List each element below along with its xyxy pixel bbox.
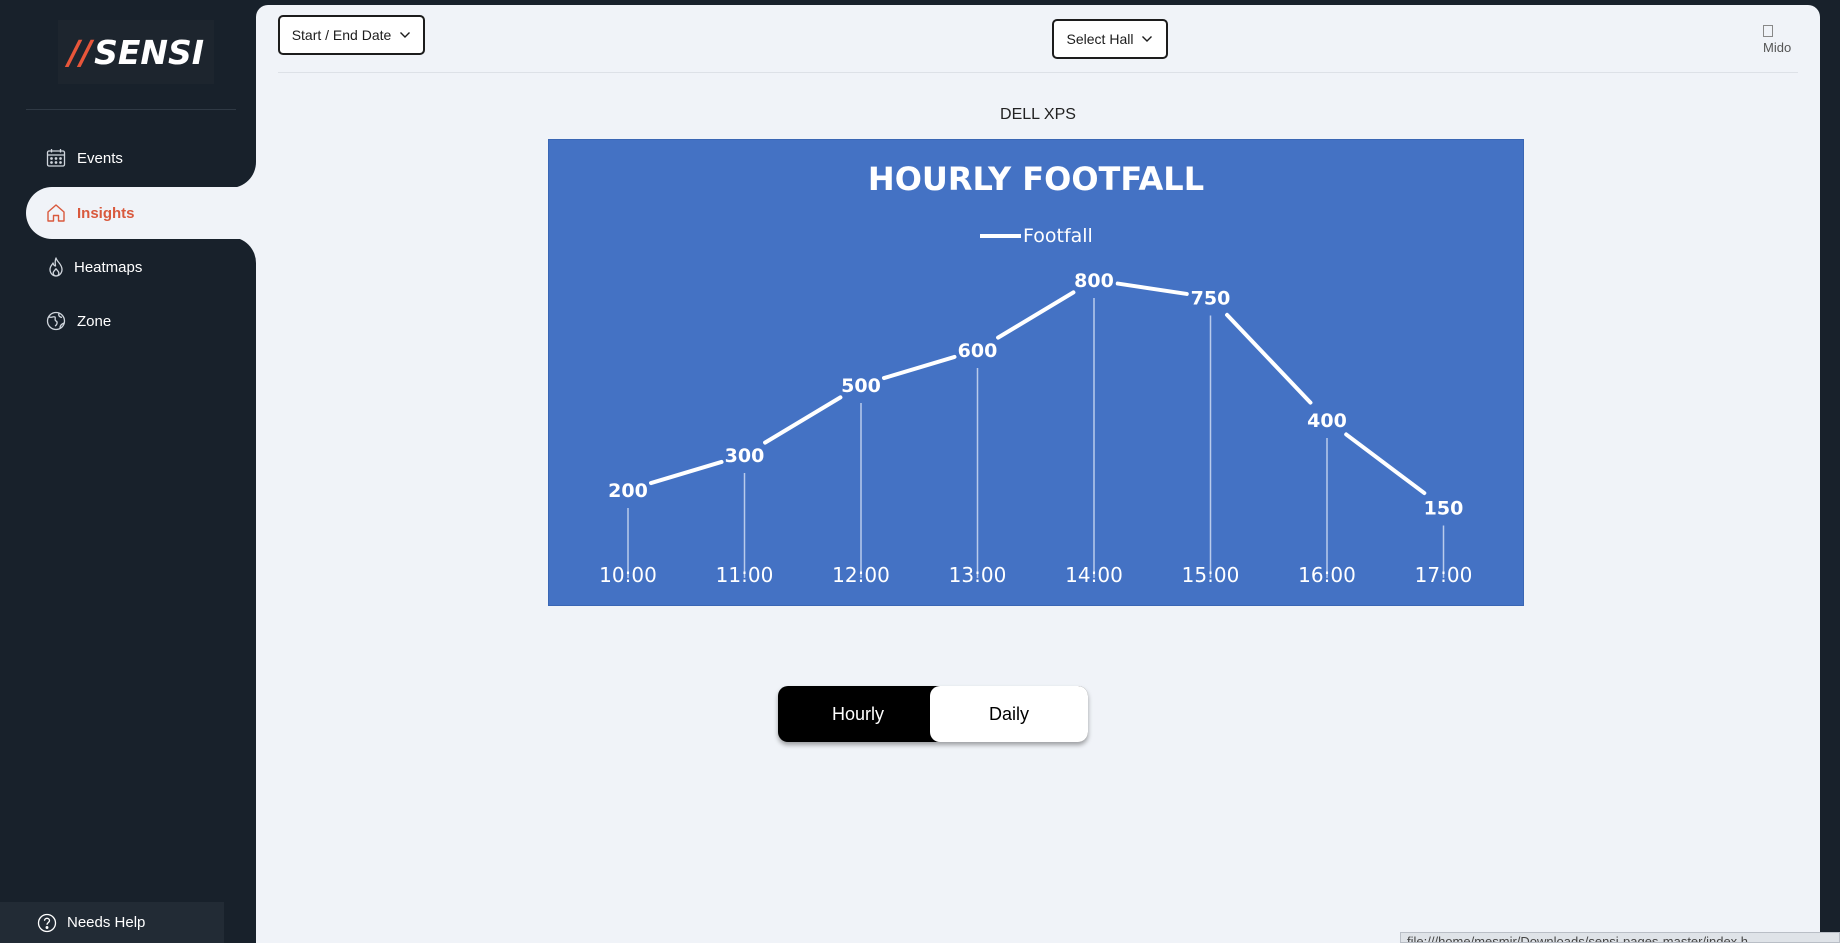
- series-line-segment: [648, 459, 724, 486]
- avatar[interactable]: Mido: [1763, 25, 1793, 61]
- logo-text: SENSI: [94, 32, 205, 72]
- help-circle-icon: [37, 913, 57, 933]
- data-label: 800: [1074, 270, 1114, 292]
- legend-label: Footfall: [1023, 225, 1093, 247]
- status-bar-url: file:///home/mesmir/Downloads/sensi-page…: [1400, 932, 1840, 943]
- sidebar-item-label: Events: [77, 149, 123, 167]
- home-icon: [45, 202, 67, 224]
- logo-slashes: //: [67, 32, 93, 72]
- sensi-logo[interactable]: //SENSI: [58, 20, 214, 84]
- data-label: 750: [1191, 288, 1231, 310]
- broken-image-icon: [1763, 25, 1773, 37]
- x-tick-label: 14:00: [1065, 563, 1123, 587]
- sidebar-divider: [26, 109, 236, 110]
- flame-icon: [45, 256, 67, 278]
- data-label: 200: [608, 480, 648, 502]
- avatar-alt-text: Mido: [1763, 40, 1792, 55]
- sidebar-item-label: Zone: [77, 312, 112, 330]
- series-line-segment: [1115, 281, 1189, 296]
- data-label: 500: [841, 375, 881, 397]
- hall-select-dropdown[interactable]: Select Hall: [1052, 19, 1168, 59]
- series-line-segment: [1225, 312, 1313, 405]
- series-line-segment: [763, 395, 843, 445]
- x-tick-label: 16:00: [1298, 563, 1356, 587]
- hall-select-label: Select Hall: [1066, 31, 1134, 47]
- x-tick-label: 11:00: [716, 563, 774, 587]
- calendar-icon: [45, 147, 67, 169]
- sidebar-item-insights[interactable]: Insights: [26, 187, 256, 239]
- series-line-segment: [881, 354, 957, 381]
- help-label: Needs Help: [67, 914, 146, 931]
- data-label: 300: [725, 445, 765, 467]
- hourly-footfall-chart: HOURLY FOOTFALL Footfall 200 300 500 600 800…: [548, 139, 1524, 606]
- needs-help-button[interactable]: Needs Help: [0, 902, 224, 943]
- sidebar-item-label: Heatmaps: [74, 258, 143, 276]
- data-label: 400: [1307, 410, 1347, 432]
- data-label: 150: [1424, 498, 1464, 520]
- sidebar-item-heatmaps[interactable]: Heatmaps: [26, 241, 256, 293]
- date-range-dropdown[interactable]: Start / End Date: [278, 15, 425, 55]
- main-content: Start / End Date Select Hall Mido DELL X…: [256, 5, 1820, 943]
- date-range-label: Start / End Date: [291, 27, 392, 43]
- globe-icon: [45, 310, 67, 332]
- header-divider: [278, 72, 1798, 73]
- sidebar: //SENSI Events Insights Heatmaps Zone Ne…: [0, 0, 256, 943]
- x-tick-label: 12:00: [832, 563, 890, 587]
- sidebar-item-label: Insights: [77, 204, 135, 222]
- chevron-down-icon: [1142, 36, 1153, 42]
- series-line-segment: [996, 290, 1076, 340]
- chart-title: HOURLY FOOTFALL: [868, 160, 1204, 198]
- daily-toggle-option[interactable]: Daily: [930, 686, 1088, 742]
- sidebar-item-zone[interactable]: Zone: [26, 295, 256, 347]
- product-title: DELL XPS: [1000, 106, 1076, 123]
- chart-svg: HOURLY FOOTFALL Footfall 200 300 500 600 800…: [599, 160, 1473, 587]
- hourly-toggle-option[interactable]: Hourly: [778, 686, 938, 742]
- period-toggle: Hourly Daily: [778, 686, 1088, 742]
- series-line-segment: [1344, 432, 1427, 496]
- x-tick-label: 15:00: [1182, 563, 1240, 587]
- x-tick-label: 17:00: [1415, 563, 1473, 587]
- sidebar-item-events[interactable]: Events: [26, 132, 256, 184]
- chevron-down-icon: [400, 32, 411, 38]
- x-tick-label: 13:00: [949, 563, 1007, 587]
- x-tick-label: 10:00: [599, 563, 657, 587]
- data-label: 600: [958, 340, 998, 362]
